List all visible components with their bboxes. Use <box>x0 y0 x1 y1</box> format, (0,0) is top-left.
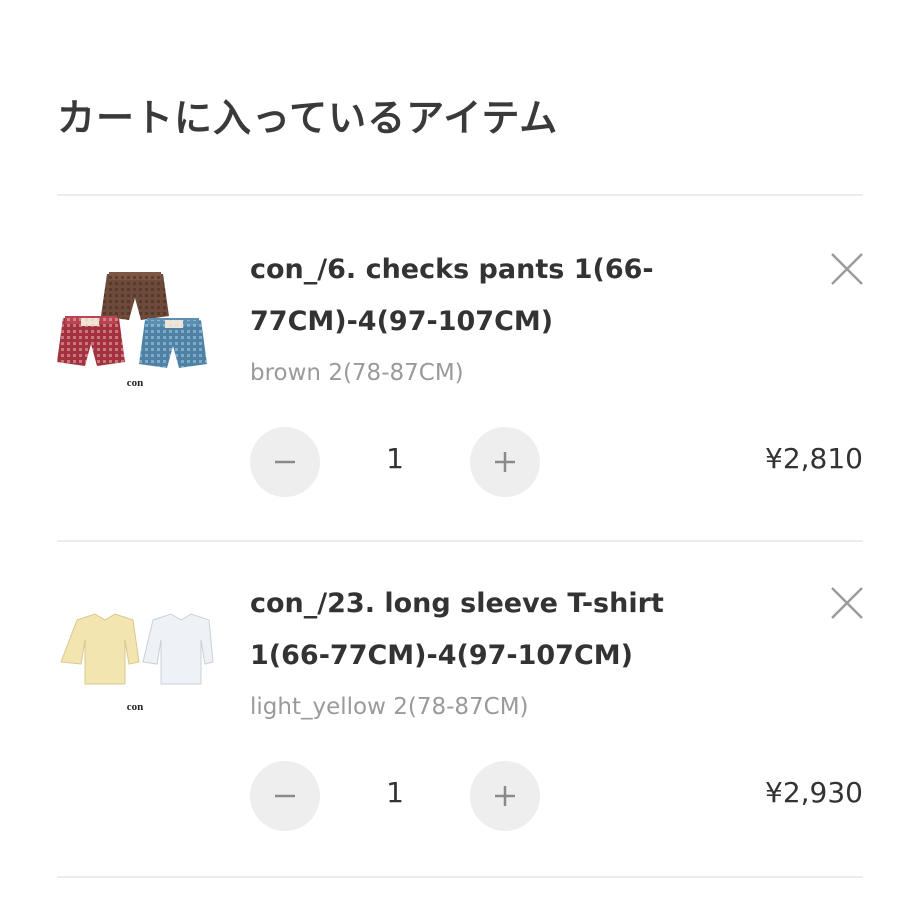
long-sleeve-tshirt-image: con <box>60 613 214 713</box>
quantity-value: 1 <box>386 776 404 809</box>
increase-quantity-button[interactable] <box>470 427 540 497</box>
minus-icon <box>275 460 295 464</box>
cart-item: con con_/23. long sleeve T-shirt 1(66-77… <box>0 530 920 831</box>
increase-quantity-button[interactable] <box>470 761 540 831</box>
minus-icon <box>275 794 295 798</box>
item-price: ¥2,810 <box>765 442 863 475</box>
remove-item-button[interactable] <box>828 584 866 622</box>
item-name[interactable]: con_/23. long sleeve T-shirt 1(66-77CM)-… <box>250 578 750 682</box>
quantity-value: 1 <box>386 442 404 475</box>
thumbnail-brand-label: con <box>127 377 144 389</box>
decrease-quantity-button[interactable] <box>250 761 320 831</box>
decrease-quantity-button[interactable] <box>250 427 320 497</box>
product-thumbnail[interactable]: con <box>55 246 215 396</box>
close-icon <box>831 587 863 619</box>
product-thumbnail[interactable]: con <box>55 580 215 730</box>
plus-icon <box>495 452 515 472</box>
item-variant: light_yellow 2(78-87CM) <box>250 694 529 720</box>
cart-item: con con_/6. checks pants 1(66-77CM)-4(97… <box>0 196 920 497</box>
plus-icon <box>495 786 515 806</box>
page-title: カートに入っているアイテム <box>57 96 559 141</box>
remove-item-button[interactable] <box>828 250 866 288</box>
divider <box>57 876 863 878</box>
checks-pants-image: con <box>57 272 207 389</box>
thumbnail-brand-label: con <box>127 701 144 713</box>
item-variant: brown 2(78-87CM) <box>250 360 464 386</box>
close-icon <box>831 253 863 285</box>
item-price: ¥2,930 <box>765 776 863 809</box>
item-name[interactable]: con_/6. checks pants 1(66-77CM)-4(97-107… <box>250 244 750 348</box>
